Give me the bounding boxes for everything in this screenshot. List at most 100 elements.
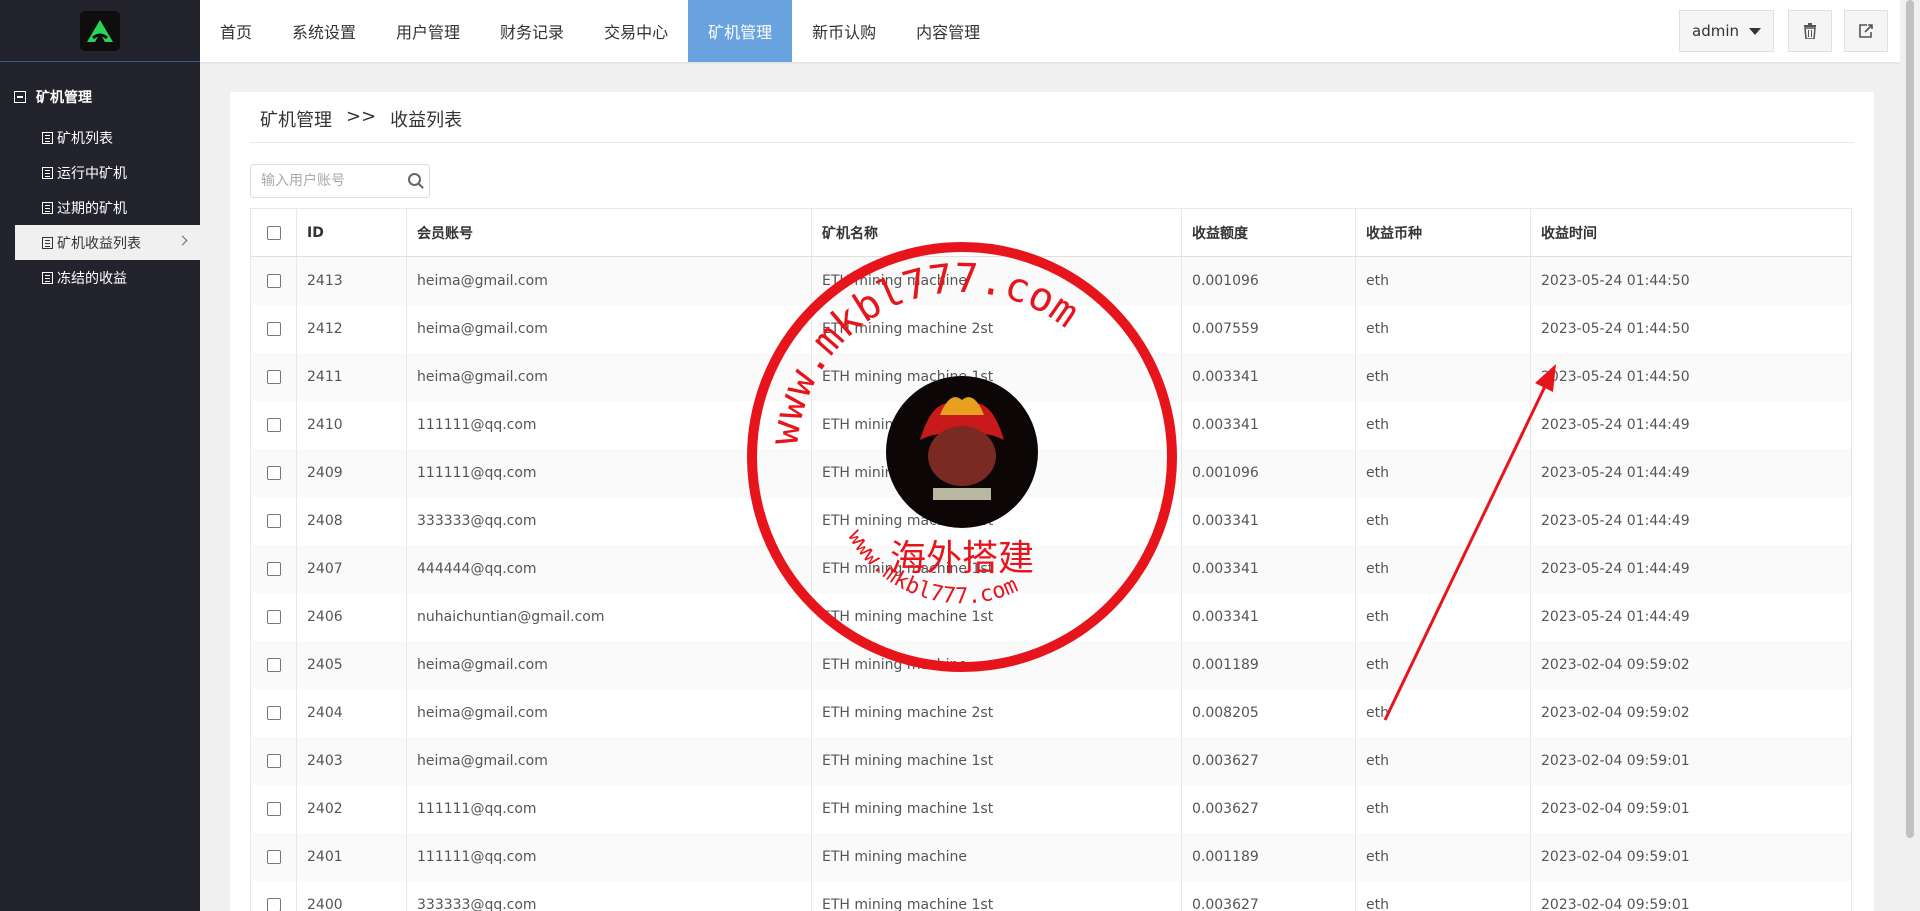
row-checkbox[interactable] bbox=[266, 561, 281, 576]
cell-amount: 0.001096 bbox=[1181, 448, 1356, 497]
top-tab-7[interactable]: 内容管理 bbox=[896, 0, 1000, 62]
logout-button[interactable] bbox=[1844, 10, 1888, 52]
top-tab-5[interactable]: 矿机管理 bbox=[688, 0, 793, 62]
sidebar-item-1[interactable]: 运行中矿机 bbox=[0, 155, 200, 190]
table-row[interactable]: 2401 111111@qq.com ETH mining machine 0.001… bbox=[250, 832, 1852, 881]
top-tab-2[interactable]: 用户管理 bbox=[376, 0, 480, 62]
table-row[interactable]: 2402 111111@qq.com ETH mining machine 1st 0… bbox=[250, 784, 1852, 833]
row-checkbox[interactable] bbox=[266, 657, 281, 672]
table-row[interactable]: 2410 111111@qq.com ETH mining machine 1st 0… bbox=[250, 400, 1852, 449]
row-select-cell bbox=[250, 736, 297, 785]
cell-time: 2023-05-24 01:44:49 bbox=[1530, 496, 1852, 545]
user-menu-button[interactable]: admin bbox=[1679, 10, 1774, 52]
row-checkbox[interactable] bbox=[266, 705, 281, 720]
cell-machine: ETH mining machine 1st bbox=[811, 352, 1182, 401]
search-input[interactable] bbox=[251, 173, 391, 189]
cell-coin: eth bbox=[1355, 448, 1531, 497]
cell-machine: ETH mining machine 2st bbox=[811, 688, 1182, 737]
cell-account: 333333@qq.com bbox=[406, 880, 812, 911]
cell-id: 2404 bbox=[296, 688, 407, 737]
top-tab-0[interactable]: 首页 bbox=[200, 0, 272, 62]
top-tab-6[interactable]: 新币认购 bbox=[792, 0, 896, 62]
top-tab-1[interactable]: 系统设置 bbox=[272, 0, 376, 62]
cell-time: 2023-02-04 09:59:02 bbox=[1530, 688, 1852, 737]
row-checkbox[interactable] bbox=[266, 753, 281, 768]
sidebar-item-3[interactable]: 矿机收益列表 bbox=[15, 225, 200, 260]
top-tab-3[interactable]: 财务记录 bbox=[480, 0, 584, 62]
list-icon bbox=[42, 131, 53, 144]
row-checkbox[interactable] bbox=[266, 417, 281, 432]
cell-machine: ETH mining machine 1st bbox=[811, 592, 1182, 641]
cell-coin: eth bbox=[1355, 784, 1531, 833]
cell-machine: ETH mining machine bbox=[811, 448, 1182, 497]
cell-account: heima@gmail.com bbox=[406, 736, 812, 785]
row-select-cell bbox=[250, 448, 297, 497]
table-row[interactable]: 2403 heima@gmail.com ETH mining machine 1s… bbox=[250, 736, 1852, 785]
scrollbar-thumb[interactable] bbox=[1906, 0, 1914, 838]
cell-time: 2023-05-24 01:44:49 bbox=[1530, 544, 1852, 593]
cell-coin: eth bbox=[1355, 304, 1531, 353]
cell-id: 2412 bbox=[296, 304, 407, 353]
cell-time: 2023-02-04 09:59:01 bbox=[1530, 784, 1852, 833]
cell-time: 2023-05-24 01:44:49 bbox=[1530, 592, 1852, 641]
table-row[interactable]: 2407 444444@qq.com ETH mining machine 1st 0… bbox=[250, 544, 1852, 593]
cell-coin: eth bbox=[1355, 544, 1531, 593]
col-account: 会员账号 bbox=[406, 208, 812, 257]
row-checkbox[interactable] bbox=[266, 609, 281, 624]
collapse-icon[interactable] bbox=[14, 91, 26, 103]
cell-machine: ETH mining machine bbox=[811, 640, 1182, 689]
row-select-cell bbox=[250, 784, 297, 833]
breadcrumb-separator: >> bbox=[346, 106, 377, 127]
row-checkbox[interactable] bbox=[266, 321, 281, 336]
row-checkbox[interactable] bbox=[266, 465, 281, 480]
sidebar-item-2[interactable]: 过期的矿机 bbox=[0, 190, 200, 225]
row-select-cell bbox=[250, 592, 297, 641]
nav-group-header[interactable]: 矿机管理 bbox=[0, 82, 200, 112]
table-row[interactable]: 2409 111111@qq.com ETH mining machine 0.001… bbox=[250, 448, 1852, 497]
table-row[interactable]: 2412 heima@gmail.com ETH mining machine 2s… bbox=[250, 304, 1852, 353]
app-logo[interactable] bbox=[80, 10, 120, 51]
breadcrumb-current: 收益列表 bbox=[390, 110, 463, 131]
cell-time: 2023-02-04 09:59:01 bbox=[1530, 736, 1852, 785]
cell-coin: eth bbox=[1355, 736, 1531, 785]
page-scrollbar[interactable] bbox=[1900, 0, 1920, 911]
sidebar-menu: 矿机列表 运行中矿机 过期的矿机矿机收益列表冻结的收益 bbox=[0, 120, 200, 295]
table-row[interactable]: 2404 heima@gmail.com ETH mining machine 2s… bbox=[250, 688, 1852, 737]
table-row[interactable]: 2400 333333@qq.com ETH mining machine 1st 0… bbox=[250, 880, 1852, 911]
cell-id: 2411 bbox=[296, 352, 407, 401]
cell-account: heima@gmail.com bbox=[406, 256, 812, 305]
table-row[interactable]: 2411 heima@gmail.com ETH mining machine 1s… bbox=[250, 352, 1852, 401]
row-checkbox[interactable] bbox=[266, 801, 281, 816]
row-checkbox[interactable] bbox=[266, 273, 281, 288]
table-row[interactable]: 2413 heima@gmail.com ETH mining machine 0.0… bbox=[250, 256, 1852, 305]
select-all-checkbox[interactable] bbox=[266, 225, 281, 240]
row-select-cell bbox=[250, 544, 297, 593]
sidebar-item-4[interactable]: 冻结的收益 bbox=[0, 260, 200, 295]
cell-coin: eth bbox=[1355, 352, 1531, 401]
cell-coin: eth bbox=[1355, 592, 1531, 641]
row-checkbox[interactable] bbox=[266, 369, 281, 384]
cell-id: 2413 bbox=[296, 256, 407, 305]
clear-cache-button[interactable] bbox=[1788, 10, 1832, 52]
table-row[interactable]: 2408 333333@qq.com ETH mining machine 1st 0… bbox=[250, 496, 1852, 545]
row-select-cell bbox=[250, 256, 297, 305]
row-checkbox[interactable] bbox=[266, 849, 281, 864]
breadcrumb-parent[interactable]: 矿机管理 bbox=[260, 106, 332, 132]
cell-amount: 0.003627 bbox=[1181, 736, 1356, 785]
cell-amount: 0.003341 bbox=[1181, 496, 1356, 545]
row-select-cell bbox=[250, 832, 297, 881]
col-coin: 收益币种 bbox=[1355, 208, 1531, 257]
cell-amount: 0.007559 bbox=[1181, 304, 1356, 353]
trash-icon bbox=[1804, 23, 1816, 39]
search-icon[interactable] bbox=[408, 173, 421, 186]
top-tab-4[interactable]: 交易中心 bbox=[584, 0, 688, 62]
sidebar-item-0[interactable]: 矿机列表 bbox=[0, 120, 200, 155]
row-checkbox[interactable] bbox=[266, 513, 281, 528]
cell-account: heima@gmail.com bbox=[406, 304, 812, 353]
sidebar-item-label: 矿机收益列表 bbox=[57, 235, 141, 252]
table-row[interactable]: 2406 nuhaichuntian@gmail.com ETH mining ma… bbox=[250, 592, 1852, 641]
table-row[interactable]: 2405 heima@gmail.com ETH mining machine 0.0… bbox=[250, 640, 1852, 689]
cell-amount: 0.003341 bbox=[1181, 592, 1356, 641]
cell-time: 2023-02-04 09:59:01 bbox=[1530, 832, 1852, 881]
row-checkbox[interactable] bbox=[266, 897, 281, 911]
